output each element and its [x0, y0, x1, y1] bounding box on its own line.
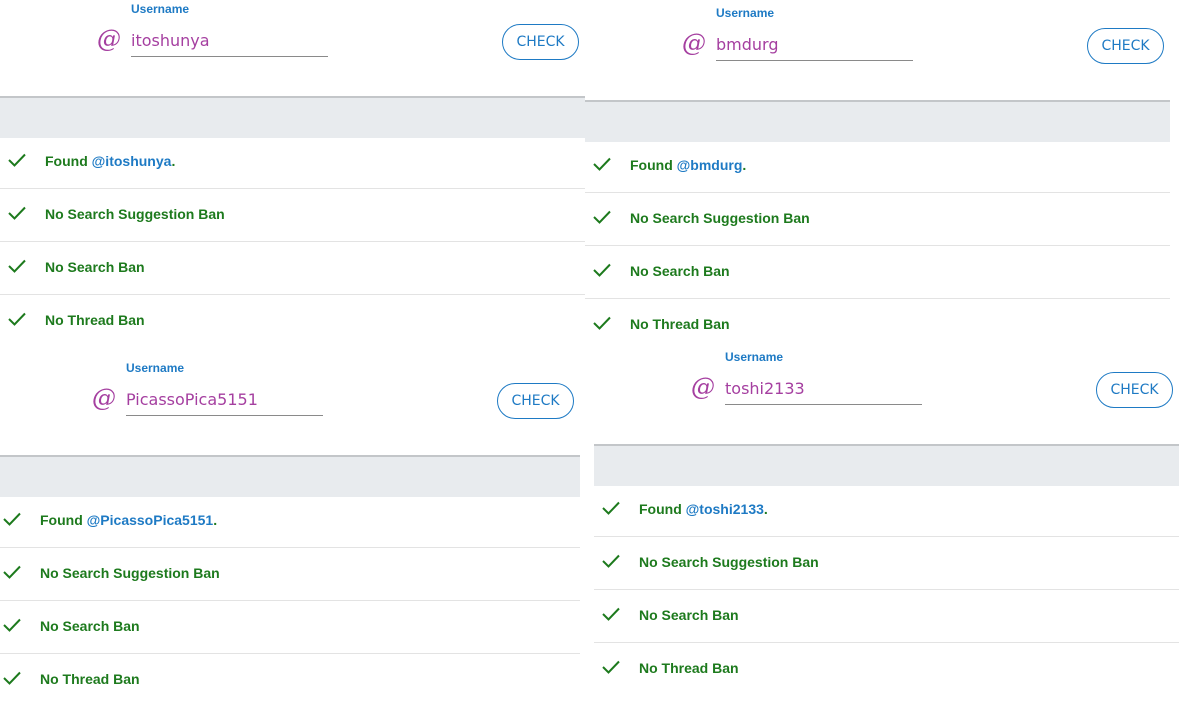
results-list: Found @toshi2133. No Search Suggestion B… [594, 484, 1179, 695]
check-icon [3, 671, 21, 685]
section-divider [0, 96, 585, 138]
result-found: Found @toshi2133. [594, 484, 1179, 537]
section-divider [594, 444, 1179, 486]
username-form: Username @ CHECK [585, 4, 1170, 100]
result-found: Found @itoshunya. [0, 136, 585, 189]
result-text: No Search Suggestion Ban [639, 554, 819, 570]
username-label: Username [716, 6, 775, 20]
at-icon: @ [682, 29, 706, 57]
check-icon [8, 312, 26, 326]
check-icon [8, 259, 26, 273]
at-icon: @ [97, 25, 121, 53]
result-text: No Search Ban [630, 263, 730, 279]
check-icon [3, 512, 21, 526]
found-suffix: . [171, 153, 176, 169]
check-icon [8, 206, 26, 220]
found-handle-link[interactable]: @toshi2133 [686, 501, 764, 517]
found-suffix: . [742, 157, 747, 173]
username-input[interactable] [131, 24, 328, 57]
result-text: No Thread Ban [630, 316, 730, 332]
section-divider [585, 100, 1170, 142]
result-search-suggestion-ban: No Search Suggestion Ban [594, 537, 1179, 590]
check-icon [593, 157, 611, 171]
check-icon [602, 660, 620, 674]
result-search-ban: No Search Ban [0, 601, 580, 654]
username-label: Username [126, 361, 185, 375]
result-text: No Thread Ban [45, 312, 145, 328]
shadowban-check-panel: Username @ CHECK Found @bmdurg. No Searc… [585, 4, 1185, 363]
check-button[interactable]: CHECK [1096, 372, 1173, 408]
result-text: No Search Ban [639, 607, 739, 623]
shadowban-check-panel: Username @ CHECK Found @itoshunya. No Se… [0, 0, 600, 359]
found-prefix: Found [639, 501, 682, 517]
result-found: Found @PicassoPica5151. [0, 495, 580, 548]
username-input[interactable] [716, 28, 913, 61]
username-form: Username @ CHECK [594, 348, 1179, 444]
check-icon [3, 565, 21, 579]
check-icon [3, 618, 21, 632]
result-text: No Thread Ban [639, 660, 739, 676]
result-search-ban: No Search Ban [585, 246, 1170, 299]
check-button[interactable]: CHECK [502, 24, 579, 60]
result-search-ban: No Search Ban [594, 590, 1179, 643]
results-list: Found @itoshunya. No Search Suggestion B… [0, 136, 585, 347]
result-text: No Search Suggestion Ban [40, 565, 220, 581]
username-form: Username @ CHECK [0, 359, 580, 455]
check-icon [602, 501, 620, 515]
check-icon [593, 316, 611, 330]
at-icon: @ [92, 384, 116, 412]
result-found: Found @bmdurg. [585, 140, 1170, 193]
found-suffix: . [213, 512, 218, 528]
result-thread-ban: No Thread Ban [585, 299, 1170, 351]
found-prefix: Found [45, 153, 88, 169]
found-handle-link[interactable]: @PicassoPica5151 [87, 512, 214, 528]
found-handle-link[interactable]: @itoshunya [92, 153, 172, 169]
found-prefix: Found [40, 512, 83, 528]
username-label: Username [725, 350, 784, 364]
check-button[interactable]: CHECK [1087, 28, 1164, 64]
username-input[interactable] [126, 383, 323, 416]
result-search-suggestion-ban: No Search Suggestion Ban [0, 548, 580, 601]
result-search-suggestion-ban: No Search Suggestion Ban [585, 193, 1170, 246]
username-form: Username @ CHECK [0, 0, 585, 96]
check-icon [602, 554, 620, 568]
found-handle-link[interactable]: @bmdurg [677, 157, 743, 173]
check-button[interactable]: CHECK [497, 383, 574, 419]
section-divider [0, 455, 580, 497]
shadowban-check-panel: Username @ CHECK Found @toshi2133. No Se… [594, 348, 1194, 707]
found-suffix: . [763, 501, 768, 517]
result-text: No Search Suggestion Ban [630, 210, 810, 226]
results-list: Found @PicassoPica5151. No Search Sugges… [0, 495, 580, 706]
result-thread-ban: No Thread Ban [0, 295, 585, 347]
result-search-ban: No Search Ban [0, 242, 585, 295]
result-text: No Search Suggestion Ban [45, 206, 225, 222]
check-icon [593, 263, 611, 277]
shadowban-check-panel: Username @ CHECK Found @PicassoPica5151.… [0, 359, 595, 718]
check-icon [8, 153, 26, 167]
check-icon [602, 607, 620, 621]
results-list: Found @bmdurg. No Search Suggestion Ban … [585, 140, 1170, 351]
check-icon [593, 210, 611, 224]
result-text: No Search Ban [45, 259, 145, 275]
username-label: Username [131, 2, 190, 16]
username-input[interactable] [725, 372, 922, 405]
result-text: No Search Ban [40, 618, 140, 634]
at-icon: @ [691, 373, 715, 401]
result-text: No Thread Ban [40, 671, 140, 687]
result-thread-ban: No Thread Ban [0, 654, 580, 706]
found-prefix: Found [630, 157, 673, 173]
result-search-suggestion-ban: No Search Suggestion Ban [0, 189, 585, 242]
result-thread-ban: No Thread Ban [594, 643, 1179, 695]
